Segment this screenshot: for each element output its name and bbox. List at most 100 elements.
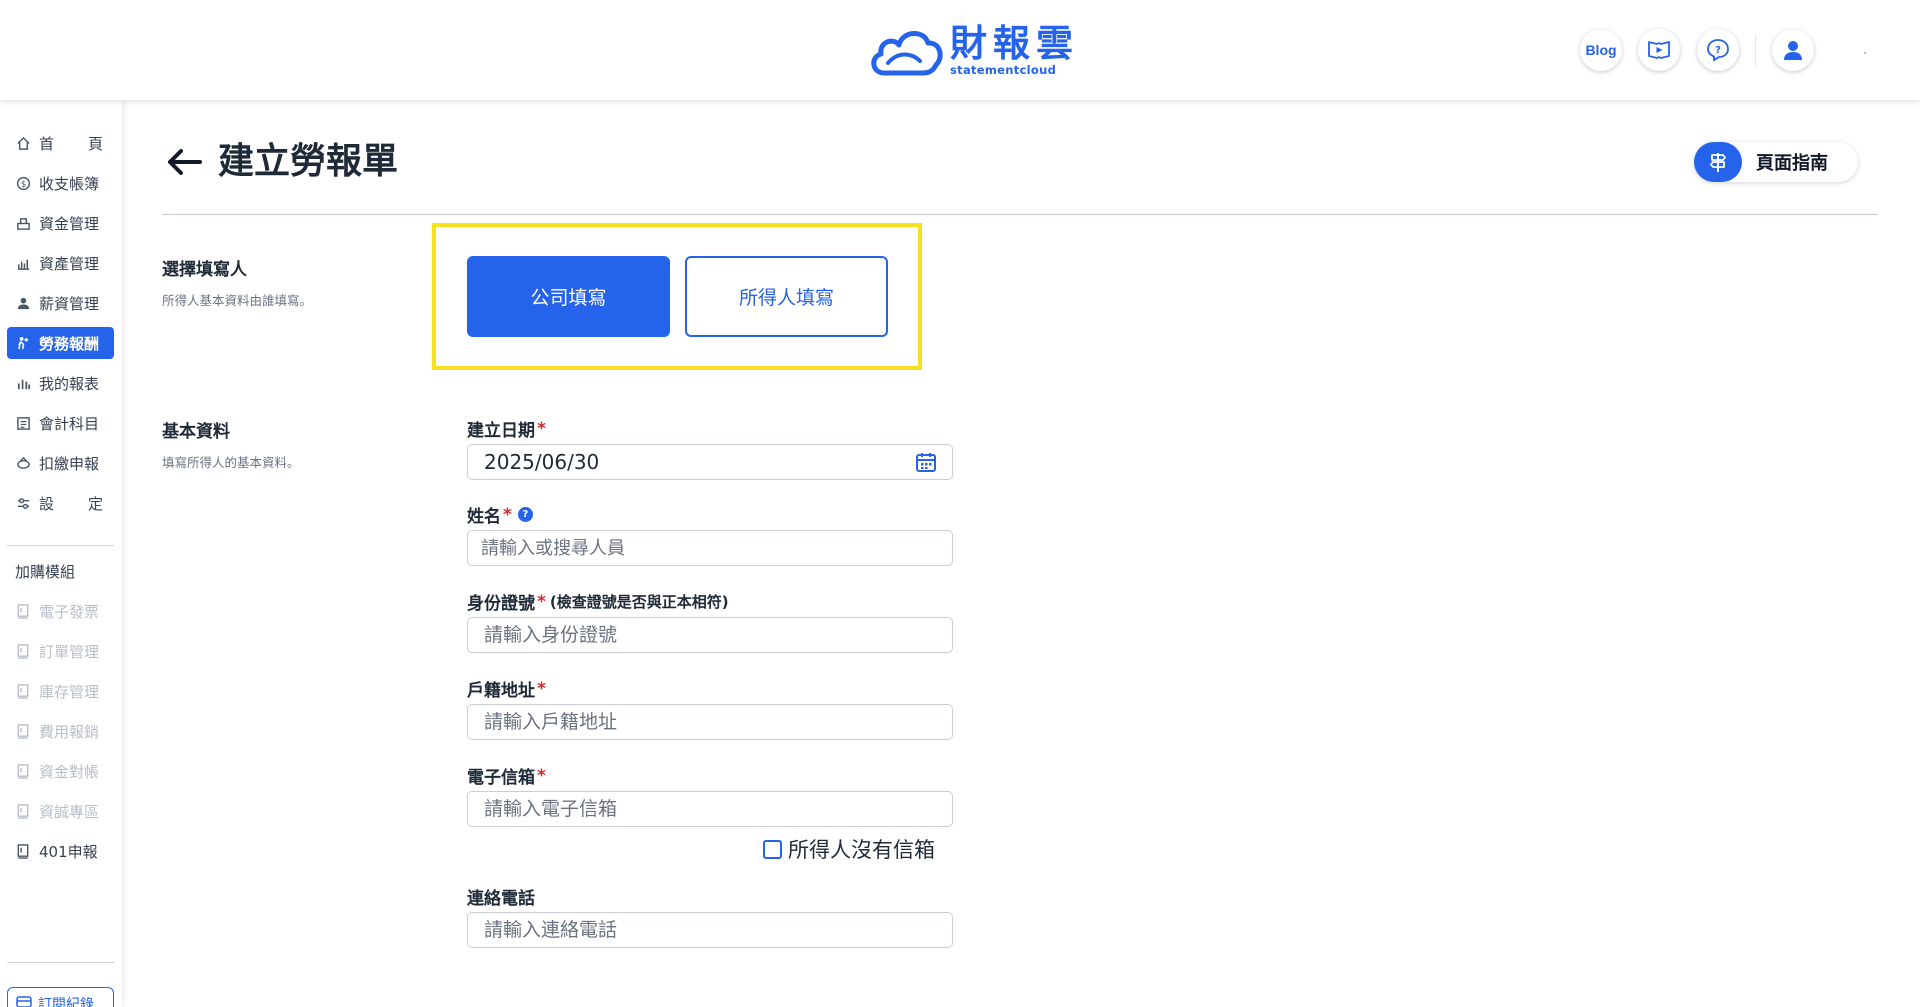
phone-label: 連絡電話 [467, 884, 535, 909]
sidebar: 首 頁 $ 收支帳簿 資金管理 資產管理 薪資管理 勞務報酬 我的報表 會計科目… [0, 100, 122, 1007]
sidebar-item-e-invoice[interactable]: 電子發票 [7, 595, 114, 627]
date-label-text: 建立日期 [467, 421, 535, 441]
email-label-text: 電子信箱 [467, 768, 535, 788]
sidebar-item-pwc-zone[interactable]: 資誠專區 [7, 795, 114, 827]
sidebar-item-label: 電子發票 [39, 602, 100, 621]
sidebar-item-labor-remuneration[interactable]: 勞務報酬 [7, 327, 114, 359]
sidebar-item-label: 薪資管理 [39, 294, 100, 313]
page-guide-button[interactable]: 頁面指南 [1694, 142, 1858, 182]
module-icon [15, 603, 31, 619]
sidebar-item-label: 勞務報酬 [39, 334, 100, 353]
module-icon [15, 803, 31, 819]
date-label: 建立日期 * [467, 416, 546, 442]
sidebar-item-label: 401申報 [39, 842, 98, 861]
module-icon [15, 683, 31, 699]
logo-english-text: statementcloud [950, 63, 1057, 78]
sidebar-item-label: 會計科目 [39, 414, 100, 433]
name-search-input[interactable] [467, 530, 953, 566]
sidebar-item-401-filing[interactable]: 401申報 [7, 835, 114, 867]
page-title: 建立勞報單 [218, 141, 399, 182]
sidebar-item-accounts[interactable]: 會計科目 [7, 407, 114, 439]
sidebar-item-income-expense[interactable]: $ 收支帳簿 [7, 167, 114, 199]
help-chat-icon: ? [1707, 39, 1729, 62]
assets-icon [15, 255, 31, 271]
sidebar-item-salary[interactable]: 薪資管理 [7, 287, 114, 319]
email-input[interactable] [467, 791, 953, 827]
ledger-icon [15, 415, 31, 431]
help-chat-button[interactable]: ? [1697, 29, 1739, 71]
subscription-history-button[interactable]: 訂閱紀錄 [7, 987, 114, 1007]
sidebar-item-withholding[interactable]: 扣繳申報 [7, 447, 114, 479]
name-label-text: 姓名 [467, 507, 501, 527]
required-mark: * [537, 678, 546, 699]
date-input[interactable] [467, 444, 953, 480]
sidebar-item-settings[interactable]: 設 定 [7, 487, 114, 519]
top-header: 財報雲 statementcloud Blog ? [0, 0, 1920, 100]
help-question-icon[interactable]: ? [517, 507, 533, 522]
sidebar-item-label: 定 [87, 494, 103, 513]
labor-icon [15, 335, 31, 351]
arrow-left-icon [168, 149, 202, 175]
module-icon [15, 843, 31, 859]
address-input[interactable] [467, 704, 953, 740]
video-tutorial-button[interactable] [1638, 29, 1680, 71]
sidebar-item-label: 頁 [87, 134, 103, 153]
blog-button[interactable]: Blog [1580, 29, 1622, 71]
required-mark: * [537, 591, 546, 612]
sidebar-divider [7, 545, 114, 546]
sidebar-item-reports[interactable]: 我的報表 [7, 367, 114, 399]
video-icon [1648, 41, 1670, 59]
sidebar-item-reconciliation[interactable]: 資金對帳 [7, 755, 114, 787]
company-fill-button[interactable]: 公司填寫 [467, 256, 670, 337]
coin-icon: $ [15, 175, 31, 191]
chart-icon [15, 375, 31, 391]
page-guide-label: 頁面指南 [1756, 153, 1828, 174]
blog-label: Blog [1585, 42, 1617, 58]
id-number-label: 身份證號 * (檢查證號是否與正本相符) [467, 589, 729, 615]
no-email-option[interactable]: 所得人沒有信箱 [763, 834, 935, 864]
user-icon [1784, 41, 1802, 60]
address-label: 戶籍地址 * [467, 676, 546, 702]
id-number-note: (檢查證號是否與正本相符) [549, 593, 729, 611]
sidebar-item-label: 資誠專區 [39, 802, 100, 821]
cloud-logo-icon [871, 31, 943, 76]
sidebar-item-home[interactable]: 首 頁 [7, 127, 114, 159]
svg-text:$: $ [20, 178, 25, 188]
guide-icon-wrap [1694, 142, 1742, 182]
statementcloud-logo[interactable]: 財報雲 statementcloud [868, 22, 1079, 80]
sidebar-item-orders[interactable]: 訂單管理 [7, 635, 114, 667]
salary-icon [15, 295, 31, 311]
module-icon [15, 643, 31, 659]
sidebar-item-label: 首 [39, 134, 55, 153]
svg-text:?: ? [1715, 45, 1721, 56]
required-mark: * [503, 504, 512, 525]
withholding-icon [15, 455, 31, 471]
header-divider [1755, 34, 1756, 66]
subscription-history-label: 訂閱紀錄 [38, 997, 94, 1007]
module-icon [15, 723, 31, 739]
sidebar-item-funds[interactable]: 資金管理 [7, 207, 114, 239]
user-account-button[interactable] [1772, 29, 1814, 71]
sidebar-item-inventory[interactable]: 庫存管理 [7, 675, 114, 707]
no-email-checkbox[interactable] [763, 839, 782, 859]
calendar-icon[interactable] [915, 451, 937, 473]
sidebar-item-label: 庫存管理 [39, 682, 100, 701]
id-number-input[interactable] [467, 617, 953, 653]
sidebar-item-label: 費用報銷 [39, 722, 100, 741]
name-label: 姓名 * ? [467, 502, 533, 527]
payee-fill-button[interactable]: 所得人填寫 [685, 256, 888, 337]
back-button[interactable] [166, 140, 204, 184]
phone-input[interactable] [467, 912, 953, 948]
required-mark: * [537, 418, 546, 439]
section-title-filler: 選擇填寫人 [162, 260, 247, 280]
header-dot [1864, 52, 1866, 54]
phone-label-text: 連絡電話 [467, 889, 535, 909]
sidebar-item-assets[interactable]: 資產管理 [7, 247, 114, 279]
settings-icon [15, 495, 31, 511]
home-icon [15, 135, 31, 151]
sidebar-item-label: 訂單管理 [39, 642, 100, 661]
sidebar-item-expenses[interactable]: 費用報銷 [7, 715, 114, 747]
section-desc-basic: 填寫所得人的基本資料。 [162, 455, 300, 470]
card-icon [16, 996, 32, 1007]
no-email-label: 所得人沒有信箱 [788, 838, 935, 862]
